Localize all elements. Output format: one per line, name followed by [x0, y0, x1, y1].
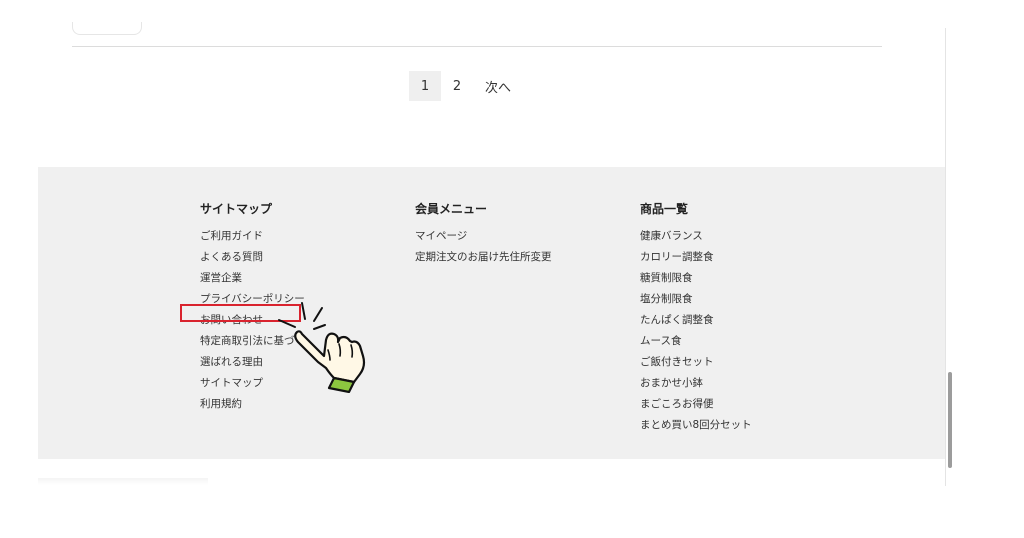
scrollbar-thumb[interactable] [948, 372, 952, 468]
footer-link-product[interactable]: ご飯付きセット [640, 352, 752, 373]
footer-link-product[interactable]: カロリー調整食 [640, 247, 752, 268]
footer-link-address-change[interactable]: 定期注文のお届け先住所変更 [415, 247, 552, 268]
hand-pointer-icon [278, 302, 366, 393]
next-page-link[interactable]: 次へ [475, 71, 521, 101]
footer-link-product[interactable]: まとめ買い8回分セット [640, 415, 752, 436]
content-border [945, 28, 946, 486]
footer-link-terms[interactable]: 利用規約 [200, 394, 305, 415]
divider [72, 46, 882, 47]
footer-link-product[interactable]: ムース食 [640, 331, 752, 352]
footer-link-product[interactable]: 健康バランス [640, 226, 752, 247]
footer-products-heading: 商品一覧 [640, 202, 689, 216]
card-bottom-edge [72, 22, 142, 35]
footer-link-company[interactable]: 運営企業 [200, 268, 305, 289]
pagination: 1 2 次へ [409, 71, 521, 101]
footer-sitemap-heading: サイトマップ [200, 202, 273, 216]
footer-link-product[interactable]: たんぱく調整食 [640, 310, 752, 331]
page-shadow [38, 478, 208, 485]
footer-link-mypage[interactable]: マイページ [415, 226, 552, 247]
footer-link-product[interactable]: おまかせ小鉢 [640, 373, 752, 394]
footer-link-product[interactable]: まごころお得便 [640, 394, 752, 415]
footer-link-guide[interactable]: ご利用ガイド [200, 226, 305, 247]
footer-link-product[interactable]: 糖質制限食 [640, 268, 752, 289]
site-footer: サイトマップ ご利用ガイド よくある質問 運営企業 プライバシーポリシー お問い… [38, 167, 945, 459]
footer-member-heading: 会員メニュー [415, 202, 488, 216]
page-2-link[interactable]: 2 [441, 71, 473, 101]
footer-member-column: 会員メニュー マイページ 定期注文のお届け先住所変更 [415, 201, 552, 268]
footer-products-column: 商品一覧 健康バランス カロリー調整食 糖質制限食 塩分制限食 たんぱく調整食 … [640, 201, 752, 436]
page-1-link[interactable]: 1 [409, 71, 441, 101]
footer-link-faq[interactable]: よくある質問 [200, 247, 305, 268]
footer-link-product[interactable]: 塩分制限食 [640, 289, 752, 310]
